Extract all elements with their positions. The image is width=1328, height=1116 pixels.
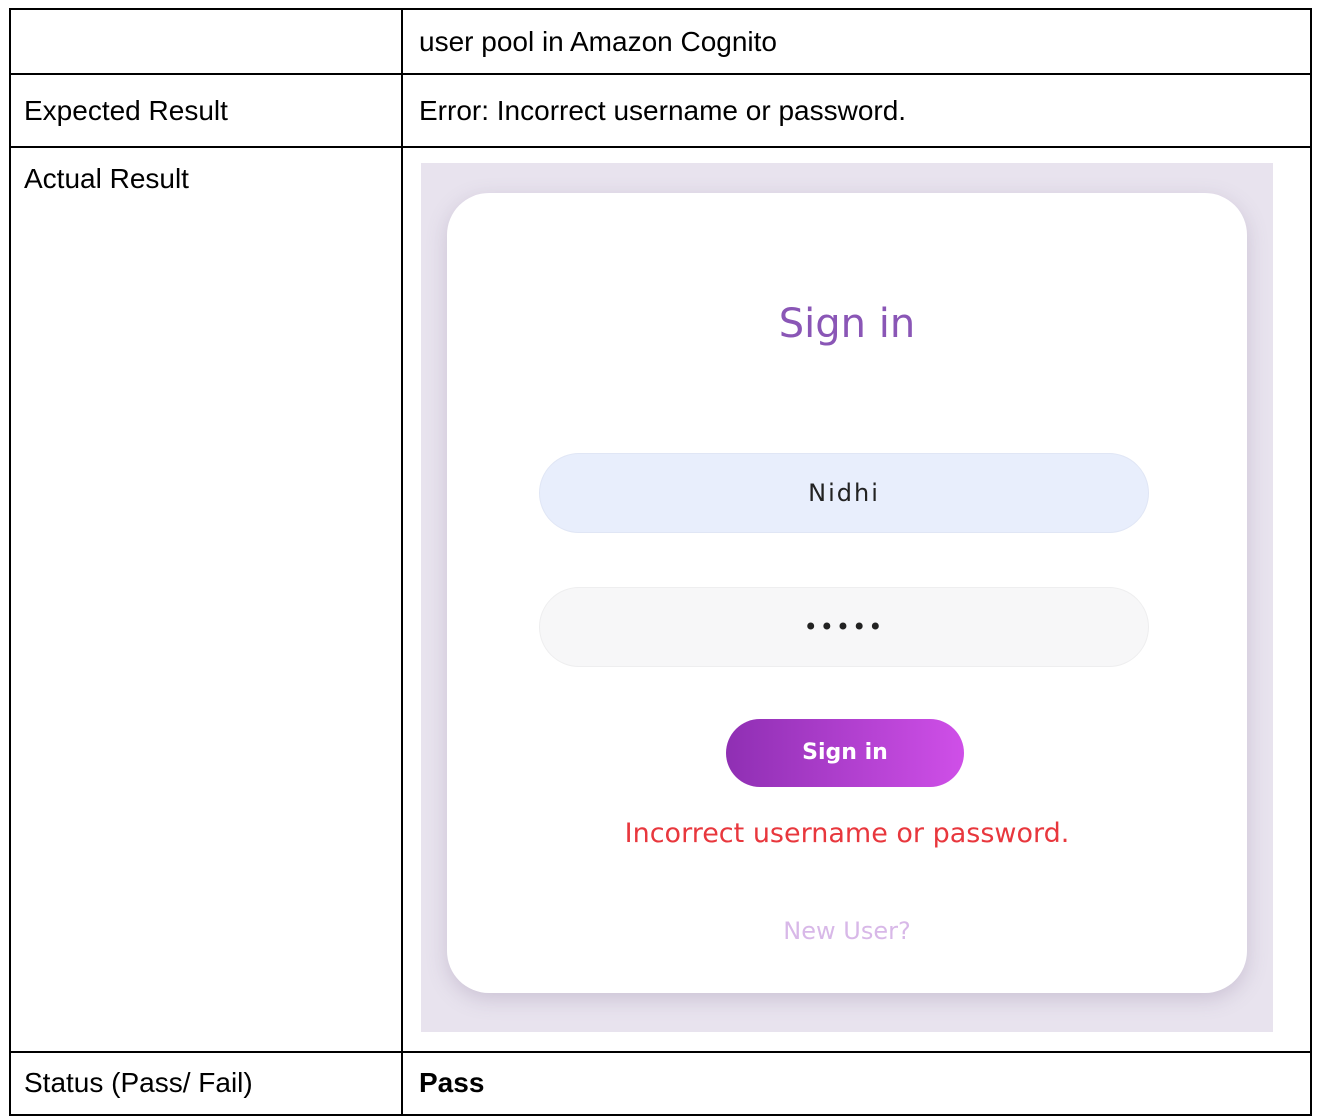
actual-result-screenshot: Sign in Nidhi ••••• Sign in Incorrect us…: [421, 163, 1273, 1032]
row-label: Status (Pass/ Fail): [24, 1067, 253, 1098]
row-value: Error: Incorrect username or password.: [419, 95, 907, 126]
table-row-divider: [9, 1051, 1312, 1053]
password-input[interactable]: •••••: [539, 587, 1149, 667]
sign-in-title: Sign in: [778, 301, 916, 347]
row-value: user pool in Amazon Cognito: [419, 26, 777, 57]
username-input[interactable]: Nidhi: [539, 453, 1149, 533]
status-value: Pass: [419, 1067, 485, 1098]
table-row-divider: [9, 146, 1312, 148]
table-column-divider: [401, 8, 403, 1116]
row-label: Actual Result: [24, 163, 189, 194]
new-user-link[interactable]: New User?: [447, 917, 1247, 945]
sign-in-button[interactable]: Sign in: [726, 719, 964, 787]
table-row-divider: [9, 73, 1312, 75]
sign-in-card: Sign in Nidhi ••••• Sign in Incorrect us…: [447, 193, 1247, 993]
table-border-left: [9, 8, 11, 1116]
error-message: Incorrect username or password.: [624, 818, 1070, 849]
row-label: Expected Result: [24, 95, 228, 126]
table-border-right: [1310, 8, 1312, 1116]
table-border-top: [9, 8, 1312, 10]
